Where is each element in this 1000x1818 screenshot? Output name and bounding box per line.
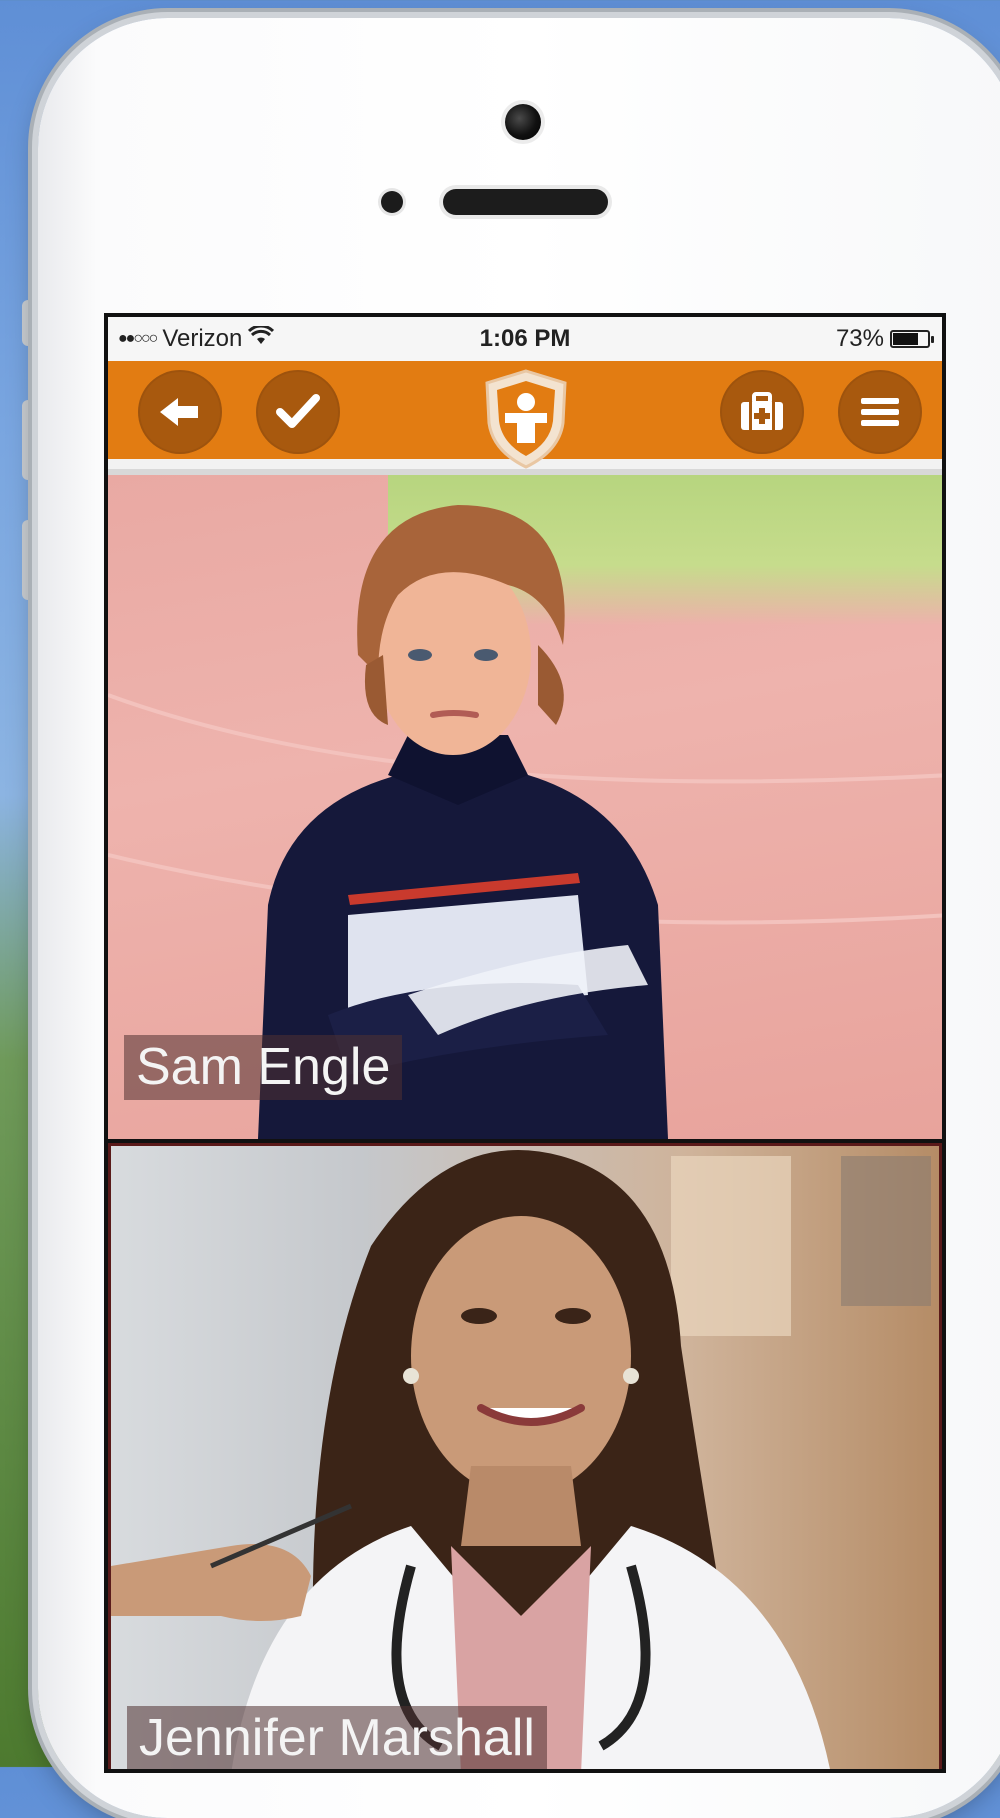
- status-time: 1:06 PM: [479, 325, 571, 352]
- app-logo: [483, 369, 569, 469]
- front-camera: [505, 104, 541, 140]
- battery-icon: [890, 330, 934, 348]
- app-toolbar: [108, 361, 942, 469]
- shield-person-icon: [485, 369, 567, 469]
- participant-name-label: Sam Engle: [124, 1035, 403, 1101]
- participant-photo-doctor: [111, 1150, 931, 1769]
- phone-side-button-volume-up: [22, 400, 38, 480]
- battery-fill: [893, 333, 918, 345]
- hamburger-menu-icon: [861, 398, 899, 426]
- checkmark-icon: [276, 394, 320, 428]
- phone-side-button-volume-down: [22, 520, 38, 600]
- participant-name-label: Jennifer Marshall: [127, 1706, 547, 1769]
- participant-video-tile[interactable]: Jennifer Marshall: [108, 1143, 942, 1769]
- battery-percent: 73%: [835, 325, 884, 352]
- participant-video-tile[interactable]: Sam Engle: [108, 475, 942, 1139]
- earpiece-speaker: [443, 189, 608, 215]
- back-arrow-icon: [160, 398, 198, 426]
- confirm-button[interactable]: [256, 370, 340, 454]
- back-button[interactable]: [138, 370, 222, 454]
- proximity-sensor: [381, 191, 403, 213]
- medical-kit-icon: [741, 392, 783, 430]
- phone-screen: ●●○○○ Verizon 1:06 PM 73% Sam Engle Jenn…: [104, 313, 946, 1773]
- medical-kit-button[interactable]: [720, 370, 804, 454]
- status-bar: ●●○○○ Verizon 1:06 PM 73%: [108, 317, 942, 361]
- menu-button[interactable]: [838, 370, 922, 454]
- status-right: 73%: [835, 325, 934, 353]
- phone-side-button-silent: [22, 300, 38, 346]
